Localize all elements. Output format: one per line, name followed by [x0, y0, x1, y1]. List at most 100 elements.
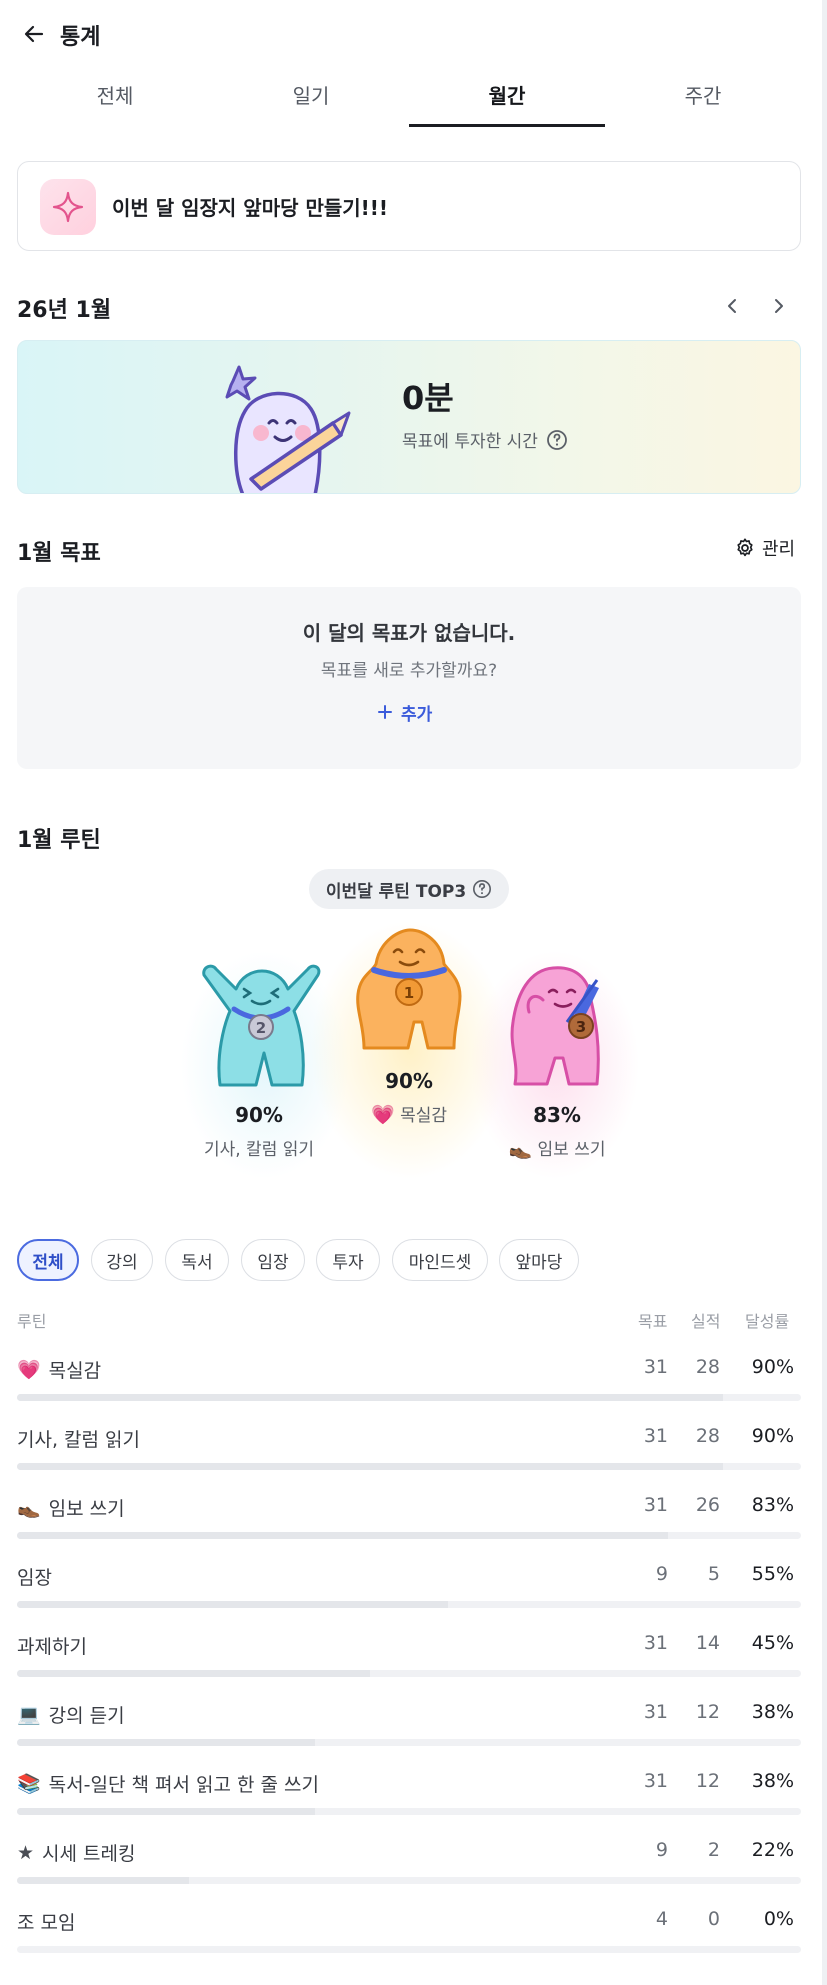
page-title: 통계 [60, 25, 101, 50]
routine-actual: 26 [695, 1494, 720, 1516]
routine-progress-fill [17, 1877, 190, 1884]
routine-target: 31 [643, 1356, 668, 1378]
svg-text:1: 1 [404, 984, 414, 1002]
routine-emoji-icon: ★ [17, 1841, 35, 1864]
routine-progress-bar [17, 1739, 801, 1746]
routine-rate: 0% [763, 1908, 794, 1930]
routine-target: 31 [643, 1632, 668, 1654]
routine-progress-fill [17, 1808, 315, 1815]
filter-chip-reading[interactable]: 독서 [165, 1239, 229, 1281]
time-invested-value: 0분 [402, 379, 454, 417]
goal-banner[interactable]: 이번 달 임장지 앞마당 만들기!!! [17, 161, 801, 251]
routine-target: 4 [655, 1908, 668, 1930]
heart-icon: 💗 [371, 1104, 395, 1126]
routine-actual: 12 [695, 1770, 720, 1792]
shoe-icon: 👞 [508, 1138, 533, 1160]
filter-chip-mindset[interactable]: 마인드셋 [392, 1239, 488, 1281]
tab-monthly[interactable]: 월간 [409, 80, 605, 124]
routine-name: 조 모임 [17, 1912, 76, 1934]
filter-chip-lecture[interactable]: 강의 [91, 1239, 153, 1281]
routine-name: 목실감 [48, 1360, 102, 1382]
tab-diary[interactable]: 일기 [213, 80, 409, 124]
goals-section-title: 1월 목표 [17, 541, 101, 566]
routine-progress-fill [17, 1532, 668, 1539]
routine-name: 강의 듣기 [48, 1705, 125, 1727]
routine-rate: 55% [751, 1563, 794, 1585]
routine-name: 기사, 칼럼 읽기 [17, 1429, 140, 1451]
help-icon[interactable] [472, 879, 492, 899]
help-icon[interactable] [546, 429, 568, 451]
routine-name: 시세 트레킹 [42, 1843, 136, 1865]
routine-progress-bar [17, 1808, 801, 1815]
routine-progress-bar [17, 1670, 801, 1677]
routine-target: 31 [643, 1770, 668, 1792]
filter-chip-all[interactable]: 전체 [17, 1239, 79, 1281]
routine-name-cell: 임장 [17, 1563, 52, 1590]
routine-progress-bar [17, 1532, 801, 1539]
month-label: 26년 1월 [17, 298, 112, 323]
tab-active-indicator [409, 124, 605, 127]
empty-goals-title: 이 달의 목표가 없습니다. [302, 621, 516, 645]
routine-target: 9 [655, 1563, 668, 1585]
empty-goals-card: 이 달의 목표가 없습니다. 목표를 새로 추가할까요? 추가 [17, 587, 801, 769]
chevron-right-icon [775, 299, 783, 313]
routine-progress-fill [17, 1394, 723, 1401]
routine-actual: 28 [695, 1356, 720, 1378]
rank-2-percent: 90% [235, 1103, 283, 1127]
routine-progress-fill [17, 1463, 723, 1470]
tab-weekly[interactable]: 주간 [605, 80, 801, 124]
routine-progress-bar [17, 1946, 801, 1953]
routines-section-title: 1월 루틴 [17, 828, 101, 853]
svg-text:2: 2 [256, 1019, 266, 1037]
header-routine: 루틴 [17, 1312, 47, 1331]
back-button[interactable] [18, 18, 50, 50]
routine-target: 31 [643, 1494, 668, 1516]
routine-name: 과제하기 [17, 1636, 87, 1658]
routine-emoji-icon: 👞 [17, 1497, 41, 1519]
filter-chip-investment[interactable]: 투자 [316, 1239, 380, 1281]
routine-name-cell: 💻 강의 듣기 [17, 1701, 125, 1728]
empty-goals-subtitle: 목표를 새로 추가할까요? [320, 661, 498, 681]
next-month-button[interactable] [762, 290, 794, 322]
rank-3-percent: 83% [533, 1103, 581, 1127]
routine-rate: 38% [751, 1770, 794, 1792]
character-illustration [225, 365, 351, 493]
routine-actual: 5 [707, 1563, 720, 1585]
routine-rate: 90% [751, 1356, 794, 1378]
tab-all[interactable]: 전체 [17, 80, 213, 124]
manage-goals-button[interactable]: 관리 [734, 535, 795, 561]
routine-emoji-icon: 📚 [17, 1773, 41, 1795]
header-rate: 달성률 [745, 1312, 790, 1331]
routine-progress-bar [17, 1394, 801, 1401]
routine-emoji-icon: 💗 [17, 1359, 41, 1381]
routine-name: 임보 쓰기 [48, 1498, 125, 1520]
rank-1-percent: 90% [385, 1069, 433, 1093]
filter-chip-site-visit[interactable]: 임장 [241, 1239, 305, 1281]
time-invested-card: 0분 목표에 투자한 시간 [17, 340, 801, 494]
routine-emoji-icon: 💻 [17, 1704, 41, 1726]
gear-icon [737, 538, 753, 557]
chevron-left-icon [728, 299, 736, 313]
routine-rate: 45% [751, 1632, 794, 1654]
add-goal-button[interactable]: 추가 [377, 697, 447, 727]
prev-month-button[interactable] [717, 290, 749, 322]
routine-target: 31 [643, 1701, 668, 1723]
manage-label: 관리 [762, 539, 796, 560]
routine-actual: 28 [695, 1425, 720, 1447]
header-target: 목표 [638, 1312, 668, 1331]
routine-rate: 83% [751, 1494, 794, 1516]
filter-chip-neighborhood[interactable]: 앞마당 [499, 1239, 579, 1281]
routine-progress-bar [17, 1463, 801, 1470]
routine-name-cell: 👞 임보 쓰기 [17, 1494, 125, 1521]
routine-progress-bar [17, 1601, 801, 1608]
routine-rate: 38% [751, 1701, 794, 1723]
routine-name-cell: 조 모임 [17, 1908, 75, 1935]
arrow-left-icon [24, 25, 44, 43]
routine-actual: 0 [707, 1908, 720, 1930]
rank-3-character: 3 [510, 966, 600, 1086]
rank-3-name-row: 👞 임보 쓰기 [487, 1135, 627, 1160]
routine-name-cell: 📚 독서-일단 책 펴서 읽고 한 줄 쓰기 [17, 1770, 319, 1797]
svg-text:3: 3 [576, 1018, 586, 1036]
routine-progress-fill [17, 1601, 449, 1608]
routine-name-cell: 💗 목실감 [17, 1356, 101, 1383]
